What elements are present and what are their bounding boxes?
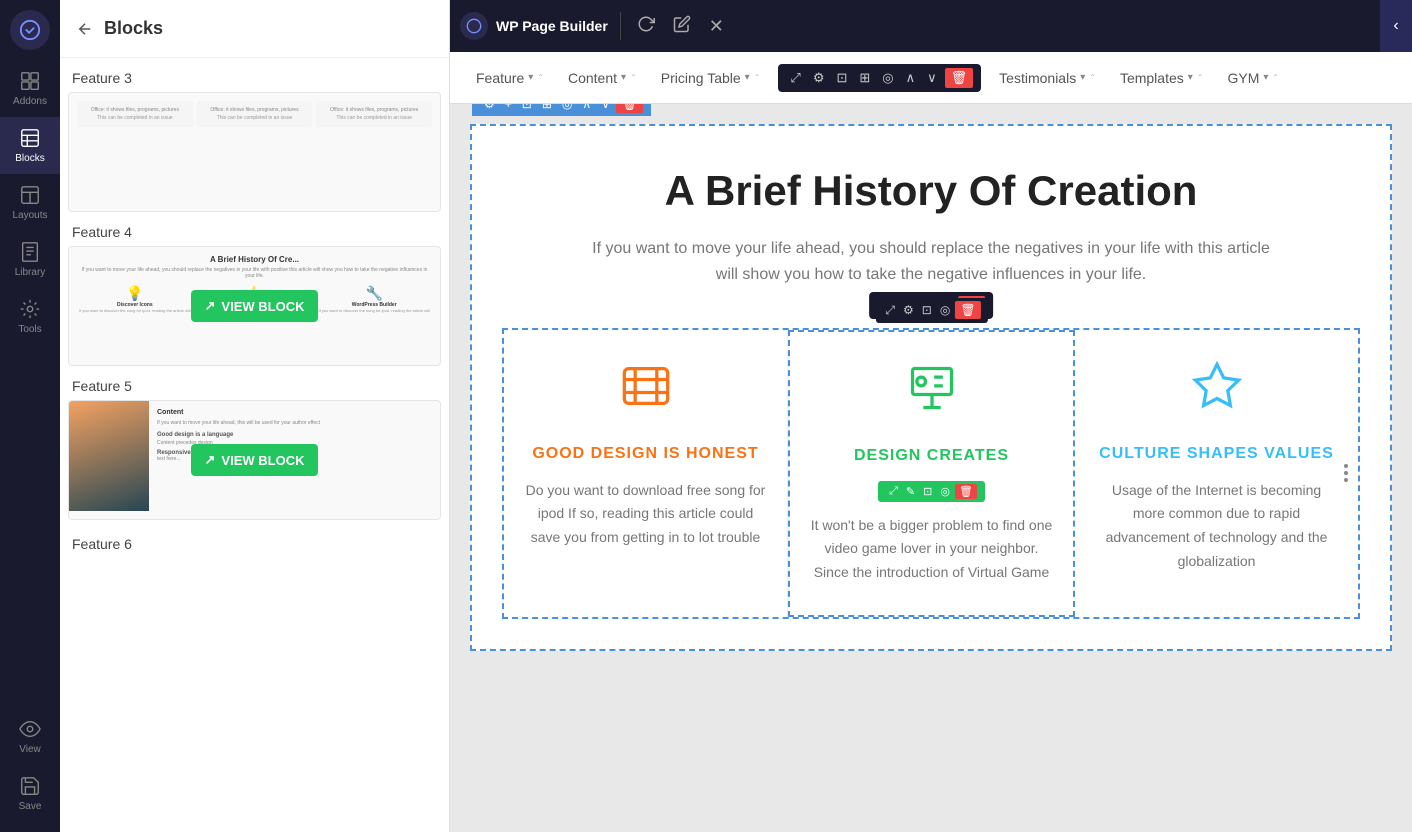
- section-tb-clone[interactable]: ⊡: [518, 104, 536, 113]
- toolbar-settings-btn[interactable]: ⚙: [809, 68, 829, 88]
- sidebar-item-addons[interactable]: Addons: [0, 60, 60, 117]
- col2-inner-edit[interactable]: ✎: [903, 484, 918, 499]
- sidebar-item-layouts[interactable]: Layouts: [0, 174, 60, 231]
- section-tb-save[interactable]: ⊞: [538, 104, 556, 113]
- page-nav-content[interactable]: Content ▾ ⌃: [558, 64, 647, 92]
- col-3-title: CULTURE SHAPES VALUES: [1095, 445, 1338, 463]
- three-cols-wrapper: ⤢ ⚙ ⊡ ✎ 🗑: [502, 328, 1360, 619]
- column-card-2: ⤢ ⚙ ⊡ ◎ 🗑: [788, 330, 1075, 617]
- sidebar-item-addons-label: Addons: [13, 96, 47, 107]
- canvas-section-toolbar: ⚙ + ⊡ ⊞ ◎ ∧ ∨ 🗑: [472, 104, 651, 116]
- page-nav-templates[interactable]: Templates ▾ ⌃: [1110, 64, 1214, 92]
- sidebar-item-library[interactable]: Library: [0, 231, 60, 288]
- sidebar-item-blocks-label: Blocks: [15, 153, 44, 164]
- feature-section: A Brief History Of Creation If you want …: [472, 126, 1390, 649]
- col2-tb-settings[interactable]: ⚙: [900, 301, 917, 319]
- nav-action-refresh[interactable]: [633, 11, 659, 42]
- star-icon: [1095, 360, 1338, 425]
- blocks-panel-title: Blocks: [104, 18, 163, 39]
- col-3-text: Usage of the Internet is becoming more c…: [1095, 479, 1338, 574]
- left-navigation: Addons Blocks Layouts Library To: [0, 0, 60, 832]
- section-tb-gear[interactable]: ⚙: [480, 104, 499, 113]
- sidebar-item-tools-label: Tools: [18, 324, 41, 335]
- film-icon: [524, 360, 767, 425]
- page-nav-testimonials[interactable]: Testimonials ▾ ⌃: [989, 64, 1106, 92]
- col2-tb-delete[interactable]: 🗑: [955, 301, 980, 319]
- block-item-feature4-label: Feature 4: [68, 224, 441, 240]
- sidebar-item-blocks[interactable]: Blocks: [0, 117, 60, 174]
- block-preview-feature3[interactable]: Office: it shows files, programs, pictur…: [68, 92, 441, 212]
- blocks-panel-header: Blocks: [60, 0, 449, 58]
- col-1-title: GOOD DESIGN IS HONEST: [524, 445, 767, 463]
- blocks-list: Feature 3 Office: it shows files, progra…: [60, 58, 449, 832]
- col-2-toolbar: ⤢ ⚙ ⊡ ◎ 🗑: [875, 298, 987, 323]
- feature-subtext: If you want to move your life ahead, you…: [591, 236, 1271, 287]
- canvas: ⚙ + ⊡ ⊞ ◎ ∧ ∨ 🗑 A Brief History Of Creat…: [450, 104, 1412, 832]
- blocks-back-button[interactable]: [76, 20, 94, 38]
- nav-action-close[interactable]: ✕: [705, 12, 728, 41]
- col2-inner-clone[interactable]: ⊡: [920, 484, 935, 499]
- block-item-feature3-label: Feature 3: [68, 70, 441, 86]
- section-tb-add[interactable]: +: [501, 104, 516, 113]
- block-item-feature5-label: Feature 5: [68, 378, 441, 394]
- section-tb-eye[interactable]: ◎: [558, 104, 576, 113]
- sidebar-item-layouts-label: Layouts: [12, 210, 47, 221]
- col2-tb-clone[interactable]: ⊡: [919, 301, 935, 319]
- sidebar-item-library-label: Library: [15, 267, 46, 278]
- sidebar-item-save-label: Save: [19, 801, 42, 812]
- toolbar-move-btn[interactable]: ⤢: [786, 68, 804, 88]
- section-tb-delete[interactable]: 🗑: [616, 104, 643, 113]
- toolbar-down-btn[interactable]: ∨: [923, 68, 941, 88]
- block-item-feature4[interactable]: Feature 4 ↗VIEW BLOCK A Brief History Of…: [68, 224, 441, 366]
- col-2-inner-toolbar: ⤢ ✎ ⊡ ◎ 🗑: [878, 481, 985, 502]
- page-nav-templates-label: Templates: [1120, 70, 1184, 86]
- sidebar-item-view-label: View: [19, 744, 41, 755]
- col2-inner-eye[interactable]: ◎: [937, 484, 953, 499]
- section-floating-toolbar: ⤢ ⚙ ⊡ ⊞ ◎ ∧ ∨ 🗑: [778, 64, 981, 92]
- block-preview-feature5[interactable]: ↗VIEW BLOCK Content If you want to move …: [68, 400, 441, 520]
- page-nav-feature[interactable]: Feature ▾ ⌃: [466, 64, 554, 92]
- blocks-panel: Blocks Feature 3 Office: it shows files,…: [60, 0, 450, 832]
- col-1-text: Do you want to download free song for ip…: [524, 479, 767, 550]
- block-item-feature5[interactable]: Feature 5 ↗VIEW BLOCK Content If you wan…: [68, 378, 441, 520]
- feature-heading: A Brief History Of Creation: [502, 166, 1360, 216]
- sidebar-item-view[interactable]: View: [0, 708, 60, 765]
- left-nav-bottom: View Save: [0, 708, 60, 832]
- page-nav-pricing-table[interactable]: Pricing Table ▾ ⌃: [651, 64, 771, 92]
- main-area: WP Page Builder ✕ ‹ Feature ▾ ⌃ Content …: [450, 0, 1412, 832]
- three-columns: GOOD DESIGN IS HONEST Do you want to dow…: [502, 328, 1360, 619]
- page-navigation: Feature ▾ ⌃ Content ▾ ⌃ Pricing Table ▾ …: [450, 52, 1412, 104]
- collapse-panel-button[interactable]: ‹: [1380, 0, 1412, 52]
- board-icon: [810, 362, 1053, 427]
- toolbar-delete-btn[interactable]: 🗑: [945, 68, 974, 88]
- col2-tb-move[interactable]: ⤢: [882, 301, 898, 320]
- canvas-content: ⚙ + ⊡ ⊞ ◎ ∧ ∨ 🗑 A Brief History Of Creat…: [470, 124, 1392, 651]
- col-3-dots-menu[interactable]: [1344, 464, 1348, 482]
- col2-inner-move[interactable]: ⤢: [886, 484, 901, 499]
- sidebar-item-save[interactable]: Save: [0, 765, 60, 822]
- toolbar-eye-btn[interactable]: ◎: [878, 68, 897, 88]
- toolbar-up-btn[interactable]: ∧: [902, 68, 920, 88]
- column-card-1: GOOD DESIGN IS HONEST Do you want to dow…: [504, 330, 788, 617]
- col-2-text: It won't be a bigger problem to find one…: [810, 514, 1053, 585]
- block-preview-feature4[interactable]: ↗VIEW BLOCK A Brief History Of Cre... If…: [68, 246, 441, 366]
- view-block-btn-feature5[interactable]: ↗VIEW BLOCK: [191, 444, 319, 476]
- section-tb-up[interactable]: ∧: [578, 104, 595, 113]
- col2-inner-delete[interactable]: 🗑: [955, 484, 977, 499]
- block-item-feature3[interactable]: Feature 3 Office: it shows files, progra…: [68, 70, 441, 212]
- app-title: WP Page Builder: [496, 18, 608, 34]
- column-card-3: CULTURE SHAPES VALUES Usage of the Inter…: [1075, 330, 1358, 617]
- col2-tb-eye[interactable]: ◎: [937, 301, 953, 319]
- toolbar-save-btn[interactable]: ⊞: [855, 68, 874, 88]
- col-2-title: DESIGN CREATES: [810, 447, 1053, 465]
- sidebar-item-tools[interactable]: Tools: [0, 288, 60, 345]
- app-logo: [10, 10, 50, 50]
- view-block-btn-feature4[interactable]: ↗VIEW BLOCK: [191, 290, 319, 322]
- toolbar-clone-btn[interactable]: ⊡: [832, 68, 851, 88]
- section-tb-down[interactable]: ∨: [597, 104, 614, 113]
- nav-action-edit[interactable]: [669, 11, 695, 42]
- page-nav-gym[interactable]: GYM ▾ ⌃: [1217, 64, 1289, 92]
- page-nav-pricing-table-label: Pricing Table: [661, 70, 741, 86]
